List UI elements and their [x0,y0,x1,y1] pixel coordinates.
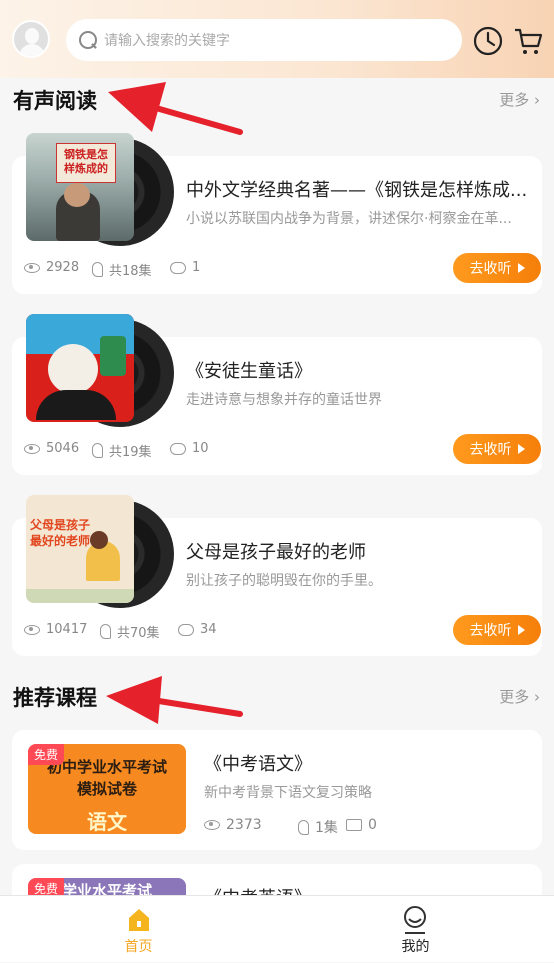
views-icon [24,262,40,273]
play-icon [517,625,525,635]
audio-title[interactable]: 父母是孩子最好的老师 [186,538,366,564]
listen-icon [92,262,103,277]
annotation-arrow [106,676,243,724]
cart-icon[interactable] [513,26,543,56]
comment-icon [178,623,194,636]
courses-section-title: 推荐课程 [13,686,97,710]
listen-icon [100,624,111,639]
annotation-arrow [108,82,243,135]
search-box[interactable]: 请输入搜索的关键字 [66,19,462,61]
play-icon [517,444,525,454]
lesson-icon [298,819,309,835]
top-bar: 请输入搜索的关键字 [0,0,554,78]
course-subtitle: 新中考背景下语文复习策略 [204,785,372,801]
audio-more-link[interactable]: 更多 › [499,89,540,110]
audio-title[interactable]: 中外文学经典名著——《钢铁是怎样炼成... [186,176,527,202]
views-icon [204,820,220,830]
audio-subtitle: 小说以苏联国内战争为背景，讲述保尔·柯察金在革... [186,211,512,227]
views-count: 2373 [226,817,262,833]
courses-more-link[interactable]: 更多 › [499,686,540,707]
course-card[interactable]: 初中学业水平考试 模拟试卷 语文 免费 《中考语文》 新中考背景下语文复习策略 … [12,730,542,850]
course-cover: 初中学业水平考试 模拟试卷 语文 免费 [28,744,186,834]
search-icon [78,30,98,50]
listen-button[interactable]: 去收听 [453,615,541,645]
profile-icon [404,906,426,934]
comment-count: 1 [192,260,201,275]
audio-title[interactable]: 《安徒生童话》 [186,357,312,383]
comment-icon [170,442,186,455]
views-count: 2928 [46,260,80,275]
tab-mine-label: 我的 [401,939,430,955]
episode-count: 共70集 [117,626,160,641]
audio-section-title: 有声阅读 [13,89,97,113]
tab-mine[interactable]: 我的 [277,896,554,963]
book-cover-andersen [26,314,134,422]
history-clock-icon[interactable] [473,26,503,56]
user-avatar[interactable] [12,20,50,58]
views-icon [24,624,40,635]
episode-count: 共18集 [109,264,152,279]
search-placeholder: 请输入搜索的关键字 [104,33,230,49]
audio-subtitle: 走进诗意与想象并存的童话世界 [186,392,382,408]
views-count: 5046 [46,441,80,456]
comment-count: 34 [200,622,217,637]
episode-count: 1集 [315,820,338,836]
play-icon [517,263,525,273]
book-cover-steel: 钢铁是怎样炼成的 [26,133,134,241]
episode-count: 共19集 [109,445,152,460]
comment-icon [346,819,362,831]
listen-button[interactable]: 去收听 [453,434,541,464]
comment-count: 10 [192,441,209,456]
listen-button[interactable]: 去收听 [453,253,541,283]
home-icon [129,909,149,931]
tab-home[interactable]: 首页 [0,896,277,963]
bottom-tab-bar: 首页 我的 [0,895,554,962]
views-icon [24,443,40,454]
free-badge: 免费 [28,744,65,765]
listen-icon [92,443,103,458]
comment-icon [170,261,186,274]
audio-subtitle: 别让孩子的聪明毁在你的手里。 [186,573,382,589]
comment-count: 0 [368,817,377,833]
book-cover-parents: 父母是孩子最好的老师 [26,495,134,603]
views-count: 10417 [46,622,88,637]
tab-home-label: 首页 [124,939,153,955]
course-title[interactable]: 《中考语文》 [204,750,312,776]
